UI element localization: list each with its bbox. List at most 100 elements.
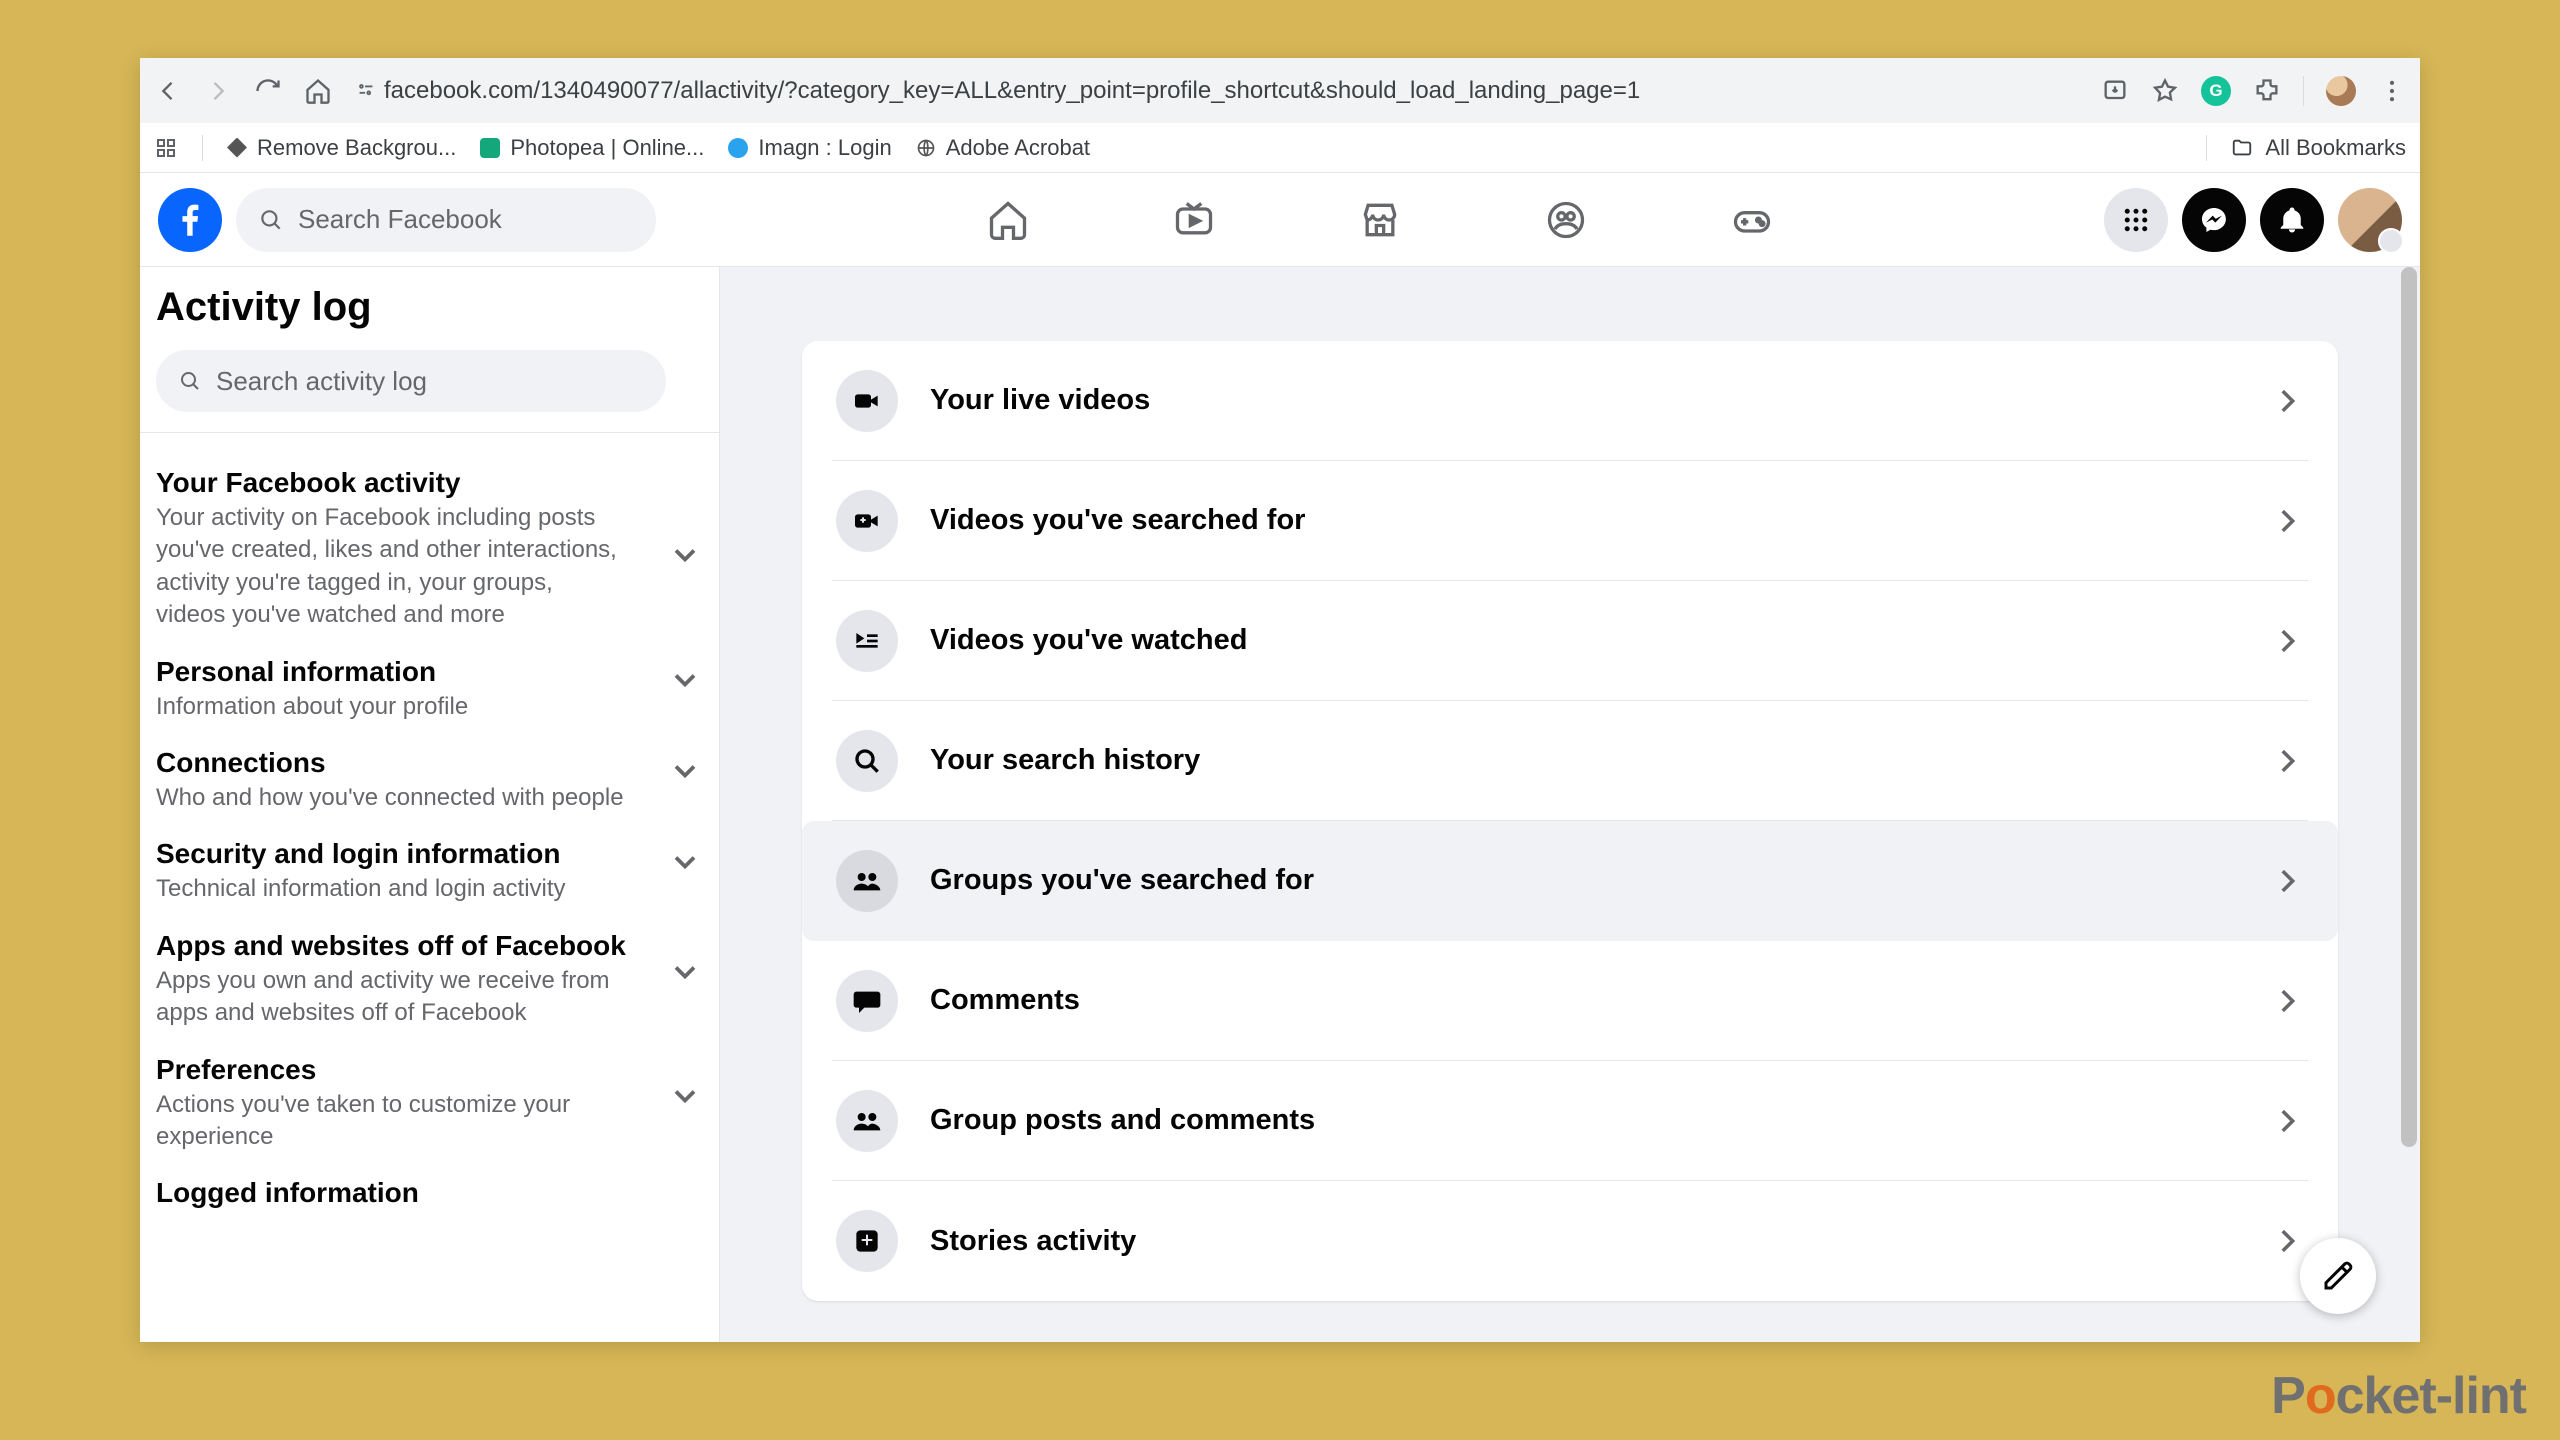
comment-icon bbox=[836, 970, 898, 1032]
sidebar-item-desc: Technical information and login activity bbox=[156, 873, 626, 905]
activity-row-stories[interactable]: Stories activity bbox=[832, 1181, 2308, 1301]
search-placeholder: Search Facebook bbox=[298, 204, 502, 235]
scrollbar[interactable] bbox=[2398, 267, 2420, 1342]
nav-home-icon[interactable] bbox=[985, 197, 1031, 243]
notifications-button[interactable] bbox=[2260, 188, 2324, 252]
bookmark-favicon bbox=[480, 138, 500, 158]
sidebar-item-title: Personal information bbox=[156, 656, 659, 688]
activity-row-group-posts[interactable]: Group posts and comments bbox=[832, 1061, 2308, 1181]
bookmark-adobe-acrobat[interactable]: Adobe Acrobat bbox=[916, 135, 1090, 161]
globe-icon bbox=[916, 138, 936, 158]
chevron-right-icon bbox=[2270, 1224, 2304, 1258]
stories-icon bbox=[836, 1210, 898, 1272]
divider bbox=[140, 432, 719, 433]
bookmark-photopea[interactable]: Photopea | Online... bbox=[480, 135, 704, 161]
chrome-profile-avatar[interactable] bbox=[2326, 76, 2356, 106]
toolbar-right: G bbox=[2101, 76, 2406, 106]
all-bookmarks-label: All Bookmarks bbox=[2265, 135, 2406, 161]
bookmark-remove-background[interactable]: Remove Backgrou... bbox=[227, 135, 456, 161]
activity-row-comments[interactable]: Comments bbox=[832, 941, 2308, 1061]
activity-row-search-history[interactable]: Your search history bbox=[832, 701, 2308, 821]
bookmark-label: Photopea | Online... bbox=[510, 135, 704, 161]
bookmark-label: Adobe Acrobat bbox=[946, 135, 1090, 161]
chevron-right-icon bbox=[2270, 984, 2304, 1018]
chevron-down-icon bbox=[667, 537, 703, 573]
sidebar-item-title: Security and login information bbox=[156, 838, 659, 870]
sidebar-item-connections[interactable]: Connections Who and how you've connected… bbox=[156, 735, 703, 826]
folder-icon bbox=[2231, 137, 2253, 159]
forward-button[interactable] bbox=[204, 77, 232, 105]
nav-gaming-icon[interactable] bbox=[1729, 197, 1775, 243]
group-icon bbox=[836, 850, 898, 912]
activity-row-label: Stories activity bbox=[930, 1225, 2238, 1258]
sidebar-item-preferences[interactable]: Preferences Actions you've taken to cust… bbox=[156, 1042, 703, 1166]
sidebar-item-facebook-activity[interactable]: Your Facebook activity Your activity on … bbox=[156, 455, 703, 644]
edit-icon bbox=[2320, 1258, 2356, 1294]
chevron-right-icon bbox=[2270, 384, 2304, 418]
scrollbar-thumb[interactable] bbox=[2401, 267, 2417, 1147]
chevron-right-icon bbox=[2270, 504, 2304, 538]
activity-row-live-videos[interactable]: Your live videos bbox=[832, 341, 2308, 461]
facebook-logo[interactable] bbox=[158, 188, 222, 252]
sidebar-search-placeholder: Search activity log bbox=[216, 366, 427, 397]
sidebar-item-desc: Your activity on Facebook including post… bbox=[156, 502, 626, 632]
group-icon bbox=[836, 1090, 898, 1152]
home-button[interactable] bbox=[304, 77, 332, 105]
sidebar-item-title: Connections bbox=[156, 747, 659, 779]
chevron-down-icon bbox=[667, 954, 703, 990]
apps-grid-icon[interactable] bbox=[154, 136, 178, 160]
chevron-down-icon bbox=[667, 753, 703, 789]
back-button[interactable] bbox=[154, 77, 182, 105]
divider bbox=[202, 135, 203, 161]
extensions-icon[interactable] bbox=[2253, 77, 2281, 105]
search-icon bbox=[258, 207, 284, 233]
sidebar-item-title: Preferences bbox=[156, 1054, 659, 1086]
sidebar-item-title: Logged information bbox=[156, 1177, 703, 1209]
url-text: facebook.com/1340490077/allactivity/?cat… bbox=[384, 77, 1640, 105]
bookmark-imagn[interactable]: Imagn : Login bbox=[728, 135, 891, 161]
sidebar-item-desc: Apps you own and activity we receive fro… bbox=[156, 965, 626, 1030]
video-add-icon bbox=[836, 490, 898, 552]
chevron-right-icon bbox=[2270, 744, 2304, 778]
activity-log-sidebar: Activity log Search activity log Your Fa… bbox=[140, 267, 720, 1342]
activity-row-videos-searched[interactable]: Videos you've searched for bbox=[832, 461, 2308, 581]
all-bookmarks-button[interactable]: All Bookmarks bbox=[2231, 135, 2406, 161]
activity-row-label: Comments bbox=[930, 984, 2238, 1017]
facebook-search[interactable]: Search Facebook bbox=[236, 188, 656, 252]
browser-window: facebook.com/1340490077/allactivity/?cat… bbox=[140, 58, 2420, 1342]
activity-row-groups-searched[interactable]: Groups you've searched for bbox=[802, 821, 2338, 941]
bookmark-star-icon[interactable] bbox=[2151, 77, 2179, 105]
site-settings-icon[interactable] bbox=[354, 79, 378, 103]
bookmarks-bar: Remove Backgrou... Photopea | Online... … bbox=[140, 123, 2420, 173]
sidebar-item-personal-info[interactable]: Personal information Information about y… bbox=[156, 644, 703, 735]
nav-groups-icon[interactable] bbox=[1543, 197, 1589, 243]
sidebar-item-title: Your Facebook activity bbox=[156, 467, 659, 499]
activity-log-main: Your live videos Videos you've searched … bbox=[720, 267, 2420, 1342]
page-title: Activity log bbox=[156, 285, 703, 330]
sidebar-item-apps-websites[interactable]: Apps and websites off of Facebook Apps y… bbox=[156, 918, 703, 1042]
sidebar-item-security[interactable]: Security and login information Technical… bbox=[156, 826, 703, 917]
browser-toolbar: facebook.com/1340490077/allactivity/?cat… bbox=[140, 58, 2420, 123]
address-bar[interactable]: facebook.com/1340490077/allactivity/?cat… bbox=[354, 77, 2079, 105]
menu-grid-button[interactable] bbox=[2104, 188, 2168, 252]
nav-marketplace-icon[interactable] bbox=[1357, 197, 1403, 243]
activity-row-label: Group posts and comments bbox=[930, 1104, 2238, 1137]
chevron-right-icon bbox=[2270, 864, 2304, 898]
reload-button[interactable] bbox=[254, 77, 282, 105]
sidebar-item-logged-info[interactable]: Logged information bbox=[156, 1165, 703, 1221]
activity-row-label: Videos you've watched bbox=[930, 624, 2238, 657]
compose-fab[interactable] bbox=[2300, 1238, 2376, 1314]
sidebar-item-title: Apps and websites off of Facebook bbox=[156, 930, 659, 962]
chevron-down-icon bbox=[667, 1078, 703, 1114]
nav-watch-icon[interactable] bbox=[1171, 197, 1217, 243]
install-app-icon[interactable] bbox=[2101, 77, 2129, 105]
chrome-menu-icon[interactable] bbox=[2378, 77, 2406, 105]
grammarly-extension-icon[interactable]: G bbox=[2201, 76, 2231, 106]
activity-row-label: Your live videos bbox=[930, 384, 2238, 417]
activity-row-videos-watched[interactable]: Videos you've watched bbox=[832, 581, 2308, 701]
messenger-button[interactable] bbox=[2182, 188, 2246, 252]
facebook-header-right bbox=[2104, 188, 2402, 252]
sidebar-search[interactable]: Search activity log bbox=[156, 350, 666, 412]
account-avatar[interactable] bbox=[2338, 188, 2402, 252]
chevron-down-icon bbox=[667, 662, 703, 698]
